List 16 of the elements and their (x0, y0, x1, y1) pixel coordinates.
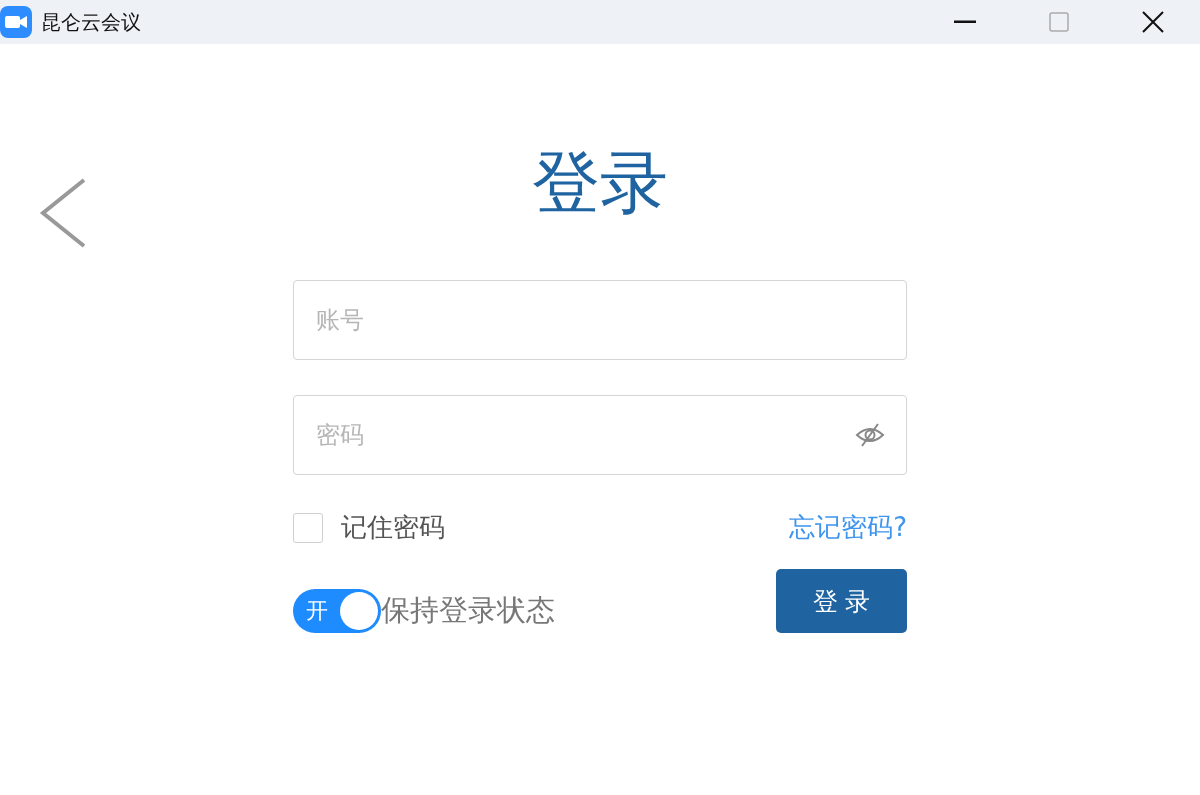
page-title: 登录 (532, 142, 668, 224)
account-field[interactable]: 账号 (293, 280, 907, 360)
login-button[interactable]: 登 录 (776, 569, 907, 633)
remember-checkbox[interactable] (293, 512, 323, 543)
maximize-icon[interactable] (1049, 12, 1069, 32)
remember-label: 记住密码 (341, 511, 445, 544)
back-icon[interactable] (38, 178, 88, 248)
toggle-switch[interactable]: 开 (293, 589, 381, 633)
forgot-password-link[interactable]: 忘记密码? (789, 510, 907, 545)
minimize-icon[interactable] (954, 20, 976, 24)
app-logo-icon (0, 6, 32, 38)
eye-hidden-icon[interactable] (855, 422, 885, 448)
password-field[interactable]: 密码 (293, 395, 907, 475)
close-icon[interactable] (1142, 11, 1164, 33)
keep-login-label: 保持登录状态 (381, 592, 555, 629)
window-title: 昆仑云会议 (41, 8, 141, 36)
